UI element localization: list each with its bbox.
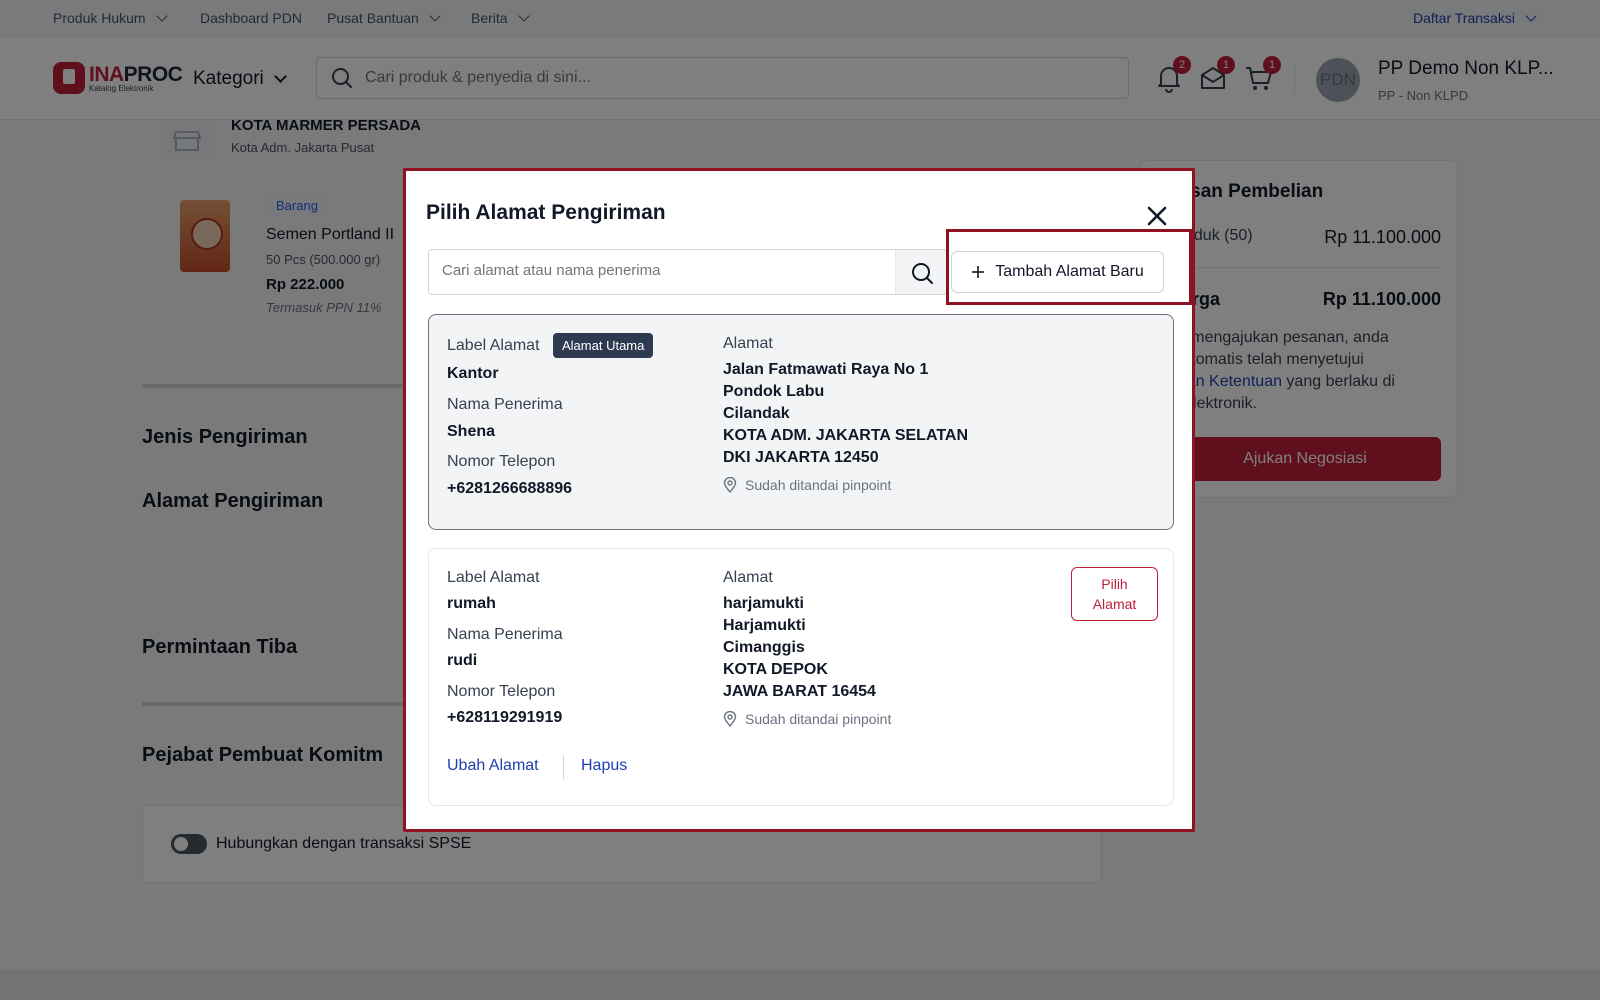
select-label: Pilih bbox=[1101, 576, 1128, 592]
address-card: Label Alamat rumah Nama Penerima rudi No… bbox=[428, 548, 1174, 806]
address-line: KOTA DEPOK bbox=[723, 661, 828, 678]
address-search-input[interactable] bbox=[442, 262, 882, 279]
address-line: DKI JAKARTA 12450 bbox=[723, 449, 879, 466]
phone-number: +6281266688896 bbox=[447, 480, 573, 497]
recipient-name: rudi bbox=[447, 652, 478, 669]
select-address-button[interactable]: Pilih Alamat bbox=[1071, 567, 1158, 621]
address-line: harjamukti bbox=[723, 595, 804, 612]
add-new-address-button[interactable]: Tambah Alamat Baru bbox=[951, 251, 1164, 293]
pinpoint-label: Sudah ditandai pinpoint bbox=[745, 711, 892, 727]
address-title: Alamat bbox=[723, 335, 773, 352]
search-icon bbox=[912, 263, 933, 284]
map-pin-icon bbox=[723, 711, 737, 727]
edit-address-link[interactable]: Ubah Alamat bbox=[447, 757, 539, 775]
recipient-name: Shena bbox=[447, 423, 496, 440]
address-title: Alamat bbox=[723, 569, 773, 586]
address-line: Cilandak bbox=[723, 405, 790, 422]
address-line: JAWA BARAT 16454 bbox=[723, 683, 876, 700]
address-line: Pondok Labu bbox=[723, 383, 825, 400]
address-lines: Jalan Fatmawati Raya No 1 Pondok Labu Ci… bbox=[723, 359, 968, 469]
address-line: KOTA ADM. JAKARTA SELATAN bbox=[723, 427, 969, 444]
address-search-button[interactable] bbox=[895, 250, 947, 294]
address-card-primary[interactable]: Label Alamat Alamat Utama Kantor Nama Pe… bbox=[428, 314, 1174, 530]
recipient-title: Nama Penerima bbox=[447, 626, 563, 643]
label-title: Label Alamat bbox=[447, 337, 540, 354]
plus-icon bbox=[972, 266, 985, 278]
pinpoint-label: Sudah ditandai pinpoint bbox=[745, 477, 892, 493]
primary-address-badge: Alamat Utama bbox=[553, 333, 654, 358]
pinpoint-status: Sudah ditandai pinpoint bbox=[723, 711, 891, 727]
delete-address-link[interactable]: Hapus bbox=[581, 757, 627, 775]
address-line: Jalan Fatmawati Raya No 1 bbox=[723, 361, 929, 378]
select-label: Alamat bbox=[1092, 596, 1137, 612]
close-icon[interactable] bbox=[1146, 205, 1168, 227]
address-label: Kantor bbox=[447, 365, 499, 382]
address-label: rumah bbox=[447, 595, 496, 612]
modal-title: Pilih Alamat Pengiriman bbox=[426, 201, 666, 224]
add-address-label: Tambah Alamat Baru bbox=[995, 263, 1144, 280]
link-divider bbox=[563, 755, 564, 779]
phone-title: Nomor Telepon bbox=[447, 453, 556, 470]
address-search-field bbox=[428, 249, 948, 295]
address-picker-modal: Pilih Alamat Pengiriman Tambah Alamat Ba… bbox=[403, 168, 1195, 832]
recipient-title: Nama Penerima bbox=[447, 396, 563, 413]
address-line: Cimanggis bbox=[723, 639, 805, 656]
address-line: Harjamukti bbox=[723, 617, 806, 634]
address-lines: harjamukti Harjamukti Cimanggis KOTA DEP… bbox=[723, 593, 876, 703]
label-title: Label Alamat bbox=[447, 569, 540, 586]
map-pin-icon bbox=[723, 477, 737, 493]
phone-title: Nomor Telepon bbox=[447, 683, 556, 700]
phone-number: +628119291919 bbox=[447, 709, 563, 726]
pinpoint-status: Sudah ditandai pinpoint bbox=[723, 477, 891, 493]
